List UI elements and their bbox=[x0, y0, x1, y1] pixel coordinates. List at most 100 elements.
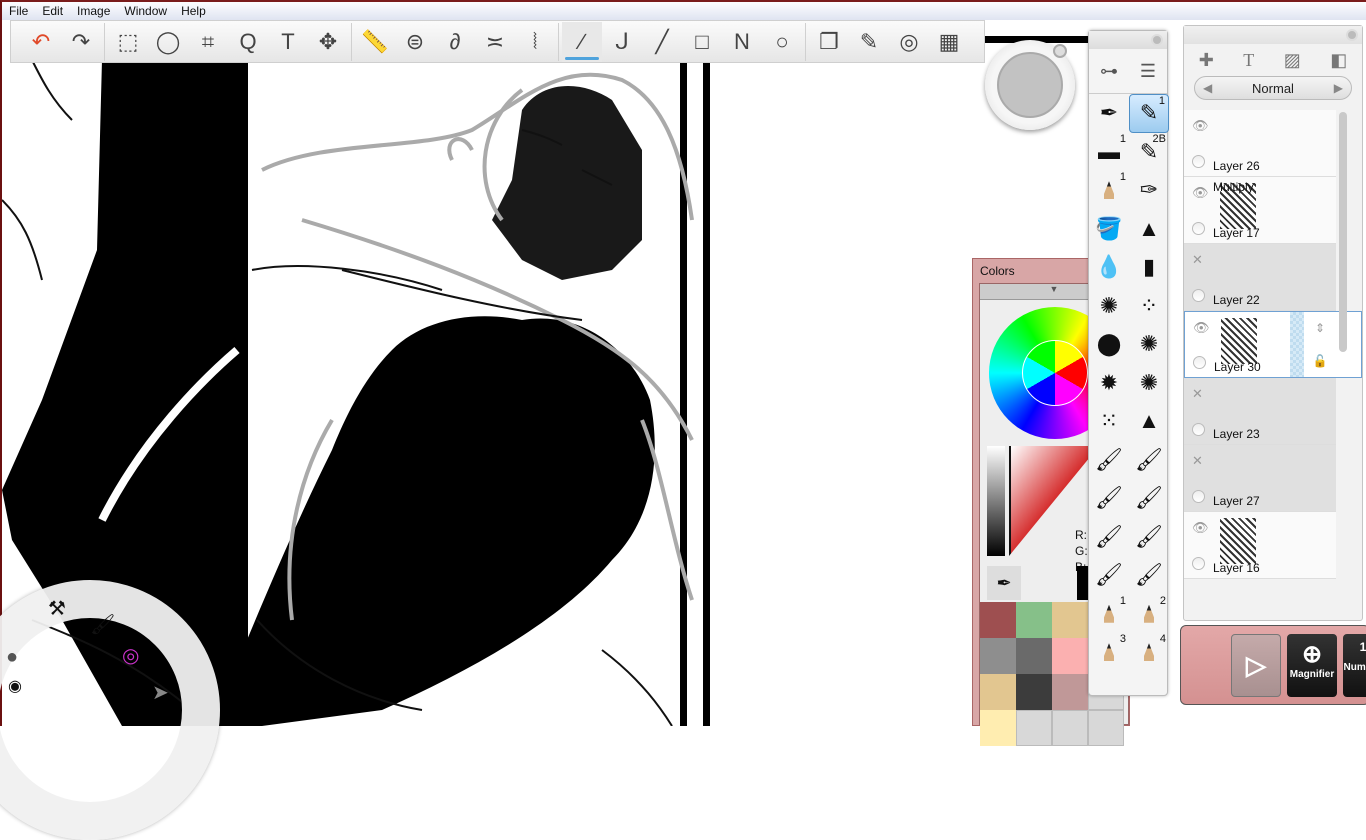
menu-file[interactable]: File bbox=[2, 4, 35, 18]
current-brush-icon[interactable]: ● bbox=[6, 646, 18, 669]
color-swatch[interactable] bbox=[980, 602, 1016, 638]
layer-row[interactable]: ✕ Layer 27 bbox=[1184, 445, 1336, 512]
blend-mode-selector[interactable]: ◀ Normal ▶ bbox=[1194, 76, 1352, 100]
symmetry-x-icon[interactable]: ≍ bbox=[475, 22, 515, 62]
zoom-icon[interactable]: Q bbox=[228, 22, 268, 62]
layers-scrollbar[interactable] bbox=[1339, 112, 1347, 352]
marker-brush-icon[interactable]: ✒ bbox=[1089, 94, 1129, 133]
ruler-icon[interactable]: 📏 bbox=[355, 22, 395, 62]
custom-nib-2-icon[interactable]: 2 bbox=[1129, 595, 1169, 634]
ink-pen-brush-icon[interactable]: ✑ bbox=[1129, 171, 1169, 210]
crop-icon[interactable]: ⌗ bbox=[188, 22, 228, 62]
color-wheel-icon[interactable]: ◎ bbox=[122, 643, 139, 668]
dots-brush-icon[interactable]: ⁙ bbox=[1089, 402, 1129, 441]
prev-blend-icon[interactable]: ◀ bbox=[1203, 81, 1212, 95]
tools-icon[interactable]: ⚒ bbox=[48, 596, 66, 621]
splatter-brush-3-icon[interactable]: ⬤ bbox=[1089, 325, 1129, 364]
brush-library-icon[interactable]: ☰ bbox=[1140, 61, 1156, 82]
symmetry-y-icon[interactable]: ⦚ bbox=[515, 22, 555, 62]
pencil-brush-icon[interactable]: ✎ 2B bbox=[1129, 133, 1169, 172]
puck-pin-icon[interactable] bbox=[1053, 44, 1067, 58]
hard-eraser-brush-icon[interactable]: ▮ bbox=[1129, 248, 1169, 287]
line-icon[interactable]: ╱ bbox=[642, 22, 682, 62]
color-wheel-presets[interactable] bbox=[1022, 340, 1088, 406]
brush-icon[interactable]: 🖌 bbox=[90, 612, 115, 637]
layer-row[interactable]: 👁 Layer 16 bbox=[1184, 512, 1336, 579]
layer-row[interactable]: ✕ Layer 23 bbox=[1184, 378, 1336, 445]
color-swatch[interactable] bbox=[1016, 710, 1052, 746]
layer-row[interactable]: 👁 Layer 30 ⇕ 🔓 bbox=[1184, 311, 1362, 378]
splatter-brush-1-icon[interactable]: ✺ bbox=[1089, 287, 1129, 326]
eyedropper-icon[interactable]: ✒ bbox=[987, 566, 1021, 600]
smudge-brush-4-icon[interactable]: 🖌 bbox=[1129, 556, 1169, 595]
eraser-brush-icon[interactable]: ▬ 1 bbox=[1089, 133, 1129, 172]
magnifier-button[interactable]: ⊕ Magnifier bbox=[1287, 634, 1337, 697]
menu-edit[interactable]: Edit bbox=[35, 4, 70, 18]
layers-icon[interactable]: ❐ bbox=[809, 22, 849, 62]
close-icon[interactable] bbox=[1346, 29, 1358, 41]
freehand-stroke-icon[interactable]: ∕ bbox=[562, 21, 602, 62]
color-swatch[interactable] bbox=[1016, 602, 1052, 638]
layer-select-radio[interactable] bbox=[1192, 155, 1205, 168]
eye-icon[interactable]: 👁 bbox=[1192, 185, 1209, 201]
next-blend-icon[interactable]: ▶ bbox=[1334, 81, 1343, 95]
color-swatch[interactable] bbox=[1016, 638, 1052, 674]
select-arrow-icon[interactable]: ➤ bbox=[152, 680, 169, 705]
layer-row[interactable]: ✕ Layer 22 bbox=[1184, 244, 1336, 311]
custom-nib-3-icon[interactable]: 3 bbox=[1089, 633, 1129, 672]
bristle-brush-icon[interactable]: 🖌 bbox=[1129, 441, 1169, 480]
brushes-icon[interactable]: ✎ bbox=[849, 22, 889, 62]
ellipse-guide-icon[interactable]: ⊜ bbox=[395, 22, 435, 62]
add-layer-icon[interactable]: ✚ bbox=[1199, 50, 1214, 71]
layer-select-radio[interactable] bbox=[1192, 557, 1205, 570]
palettes-icon[interactable]: ▦ bbox=[929, 22, 969, 62]
color-swatch[interactable] bbox=[980, 710, 1016, 746]
smudge-brush-1-icon[interactable]: 🖌 bbox=[1089, 518, 1129, 557]
hidden-eye-icon[interactable]: ✕ bbox=[1192, 453, 1203, 469]
menu-help[interactable]: Help bbox=[174, 4, 213, 18]
layer-select-radio[interactable] bbox=[1192, 490, 1205, 503]
menu-image[interactable]: Image bbox=[70, 4, 117, 18]
undo-icon[interactable]: ↶ bbox=[21, 22, 61, 62]
hidden-eye-icon[interactable]: ✕ bbox=[1192, 252, 1203, 268]
color-swatch[interactable] bbox=[1088, 710, 1124, 746]
rect-select-icon[interactable]: ⬚ bbox=[108, 22, 148, 62]
color-swatch[interactable] bbox=[1052, 674, 1088, 710]
splatter-brush-5-icon[interactable]: ✹ bbox=[1089, 364, 1129, 403]
french-curve-icon[interactable]: ∂ bbox=[435, 22, 475, 62]
color-swatch[interactable] bbox=[980, 638, 1016, 674]
custom-nib-1-icon[interactable]: 1 bbox=[1089, 595, 1129, 634]
curve-icon[interactable]: ᒍ bbox=[602, 22, 642, 62]
opacity-slider[interactable] bbox=[1290, 312, 1304, 377]
custom-nib-4-icon[interactable]: 4 bbox=[1129, 633, 1169, 672]
layer-select-radio[interactable] bbox=[1193, 356, 1206, 369]
chisel-marker-icon[interactable]: ▲ bbox=[1129, 402, 1169, 441]
color-swatch[interactable] bbox=[1052, 602, 1088, 638]
text-icon[interactable]: T bbox=[268, 22, 308, 62]
layer-select-radio[interactable] bbox=[1192, 222, 1205, 235]
airbrush-icon[interactable]: ▲ bbox=[1129, 210, 1169, 249]
close-icon[interactable] bbox=[1151, 34, 1163, 46]
color-wheel-icon[interactable]: ◎ bbox=[889, 22, 929, 62]
redo-icon[interactable]: ↷ bbox=[61, 22, 101, 62]
splatter-brush-4-icon[interactable]: ✺ bbox=[1129, 325, 1169, 364]
eye-icon[interactable]: 👁 bbox=[1193, 320, 1210, 336]
lasso-icon[interactable]: ◯ bbox=[148, 22, 188, 62]
brush-properties-icon[interactable]: ⊶ bbox=[1100, 61, 1118, 82]
eye-icon[interactable]: 👁 bbox=[1192, 118, 1209, 134]
add-text-layer-icon[interactable]: T bbox=[1243, 50, 1254, 71]
polyline-icon[interactable]: Ν bbox=[722, 22, 762, 62]
move-icon[interactable]: ✥ bbox=[308, 22, 348, 62]
circle-icon[interactable]: ○ bbox=[762, 22, 802, 62]
round-brush-icon[interactable]: 🖌 bbox=[1089, 441, 1129, 480]
layer-select-radio[interactable] bbox=[1192, 289, 1205, 302]
angled-brush-icon[interactable]: 🖌 bbox=[1129, 479, 1169, 518]
color-swatch[interactable] bbox=[1052, 638, 1088, 674]
color-swatch[interactable] bbox=[1052, 710, 1088, 746]
grayscale-strip[interactable] bbox=[987, 446, 1005, 556]
paint-bucket-icon[interactable]: 🪣 bbox=[1089, 210, 1129, 249]
lock-icon[interactable]: 🔓 bbox=[1305, 345, 1335, 377]
add-image-icon[interactable]: ▨ bbox=[1284, 50, 1301, 71]
clear-layer-icon[interactable]: ◧ bbox=[1330, 50, 1347, 71]
smudge-brush-3-icon[interactable]: 🖌 bbox=[1089, 556, 1129, 595]
